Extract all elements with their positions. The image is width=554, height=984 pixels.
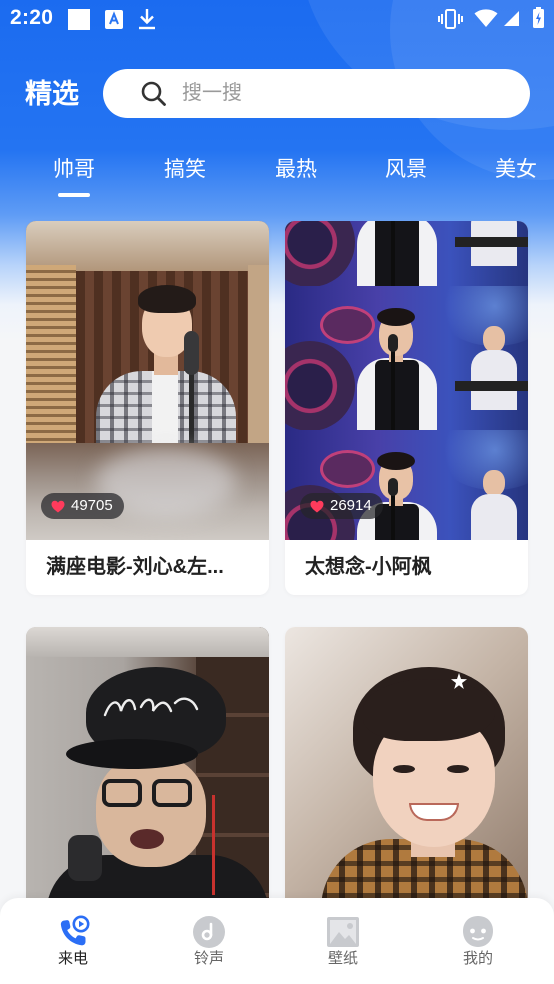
stage-tile bbox=[285, 221, 528, 286]
vibrate-icon bbox=[438, 9, 463, 29]
music-disc-icon bbox=[191, 914, 227, 950]
tab-scenery[interactable]: 风景 bbox=[376, 152, 436, 188]
search-bar[interactable]: 搜一搜 bbox=[103, 69, 530, 118]
glasses-lens bbox=[152, 779, 192, 807]
keyboard bbox=[455, 237, 528, 247]
mic-stand bbox=[391, 221, 395, 286]
stage-scene bbox=[285, 430, 528, 540]
person-fringe bbox=[363, 679, 495, 741]
phone-call-icon bbox=[55, 914, 91, 950]
keyboard bbox=[455, 381, 528, 391]
person-mouth bbox=[130, 829, 164, 849]
profile-face-icon bbox=[460, 914, 496, 950]
video-title: 太想念-小阿枫 bbox=[305, 556, 432, 578]
battery-charging-icon bbox=[533, 7, 544, 28]
stage-light bbox=[435, 430, 528, 490]
video-card[interactable]: 49705 满座电影-刘心&左... bbox=[26, 221, 269, 595]
cap-brim bbox=[66, 739, 198, 769]
person-face bbox=[96, 755, 206, 867]
tab-active-indicator bbox=[58, 193, 90, 197]
like-badge: 49705 bbox=[41, 493, 124, 519]
drum bbox=[320, 450, 375, 488]
status-bar: 2:20 bbox=[0, 0, 554, 38]
drum bbox=[320, 306, 375, 344]
nav-label: 来电 bbox=[57, 950, 88, 967]
nav-label: 壁纸 bbox=[327, 950, 358, 967]
microphone bbox=[68, 835, 102, 881]
nav-item-wallpaper[interactable]: 壁纸 bbox=[293, 898, 393, 984]
video-title: 满座电影-刘心&左... bbox=[46, 556, 224, 578]
singer-hair bbox=[377, 452, 415, 470]
drum bbox=[285, 341, 355, 430]
like-count: 49705 bbox=[71, 497, 113, 514]
stage-light bbox=[435, 286, 528, 346]
person-hair bbox=[138, 285, 196, 313]
cap-logo bbox=[103, 697, 199, 717]
singer-vest bbox=[375, 221, 419, 286]
drum bbox=[285, 221, 355, 286]
nav-item-ringtone[interactable]: 铃声 bbox=[159, 898, 259, 984]
glasses-lens bbox=[102, 779, 142, 807]
singer-hair bbox=[377, 308, 415, 326]
nav-label: 铃声 bbox=[193, 950, 224, 967]
microphone bbox=[184, 331, 199, 375]
signal-icon bbox=[503, 9, 520, 27]
microphone bbox=[388, 478, 398, 496]
tab-handsome[interactable]: 帅哥 bbox=[44, 152, 104, 188]
photo-blinds bbox=[26, 265, 76, 443]
search-placeholder: 搜一搜 bbox=[182, 82, 242, 104]
stage-scene bbox=[285, 221, 528, 286]
heart-icon bbox=[310, 500, 324, 512]
status-time: 2:20 bbox=[10, 6, 54, 29]
sparkle-star-icon bbox=[451, 673, 467, 689]
photo-wall bbox=[248, 265, 269, 443]
heart-icon bbox=[51, 500, 65, 512]
microphone bbox=[388, 334, 398, 352]
download-icon bbox=[138, 8, 156, 30]
wifi-icon bbox=[474, 8, 498, 28]
singer-vest bbox=[375, 360, 419, 430]
keyboard-player-head bbox=[483, 470, 505, 496]
stage-tile bbox=[285, 430, 528, 540]
nav-label: 我的 bbox=[462, 950, 493, 967]
like-badge: 26914 bbox=[300, 493, 383, 519]
person-tshirt bbox=[152, 371, 178, 443]
notification-square-icon bbox=[68, 9, 90, 30]
keyboard-player bbox=[471, 350, 517, 410]
person-eye bbox=[393, 765, 415, 773]
keyboard-player-head bbox=[483, 326, 505, 352]
wallpaper-image-icon bbox=[325, 914, 361, 950]
video-card[interactable]: 26914 太想念-小阿枫 bbox=[285, 221, 528, 595]
photo-ceiling bbox=[26, 627, 269, 657]
nav-item-profile[interactable]: 我的 bbox=[428, 898, 528, 984]
tab-beauty[interactable]: 美女 bbox=[486, 152, 546, 188]
bottom-nav: 来电 铃声 壁纸 我的 bbox=[0, 898, 554, 984]
mic-stand bbox=[391, 340, 395, 430]
keyboard-player bbox=[471, 494, 517, 540]
stage-scene bbox=[285, 286, 528, 430]
tab-funny[interactable]: 搞笑 bbox=[155, 152, 215, 188]
stage-tile bbox=[285, 286, 528, 430]
app-a-icon bbox=[104, 9, 124, 30]
person-eye bbox=[447, 765, 469, 773]
mic-stand bbox=[189, 371, 194, 443]
page-title: 精选 bbox=[25, 79, 79, 109]
like-count: 26914 bbox=[330, 497, 372, 514]
search-icon bbox=[140, 80, 167, 107]
earphone-wire bbox=[212, 795, 215, 895]
nav-item-incoming-call[interactable]: 来电 bbox=[23, 898, 123, 984]
tab-hottest[interactable]: 最热 bbox=[266, 152, 326, 188]
